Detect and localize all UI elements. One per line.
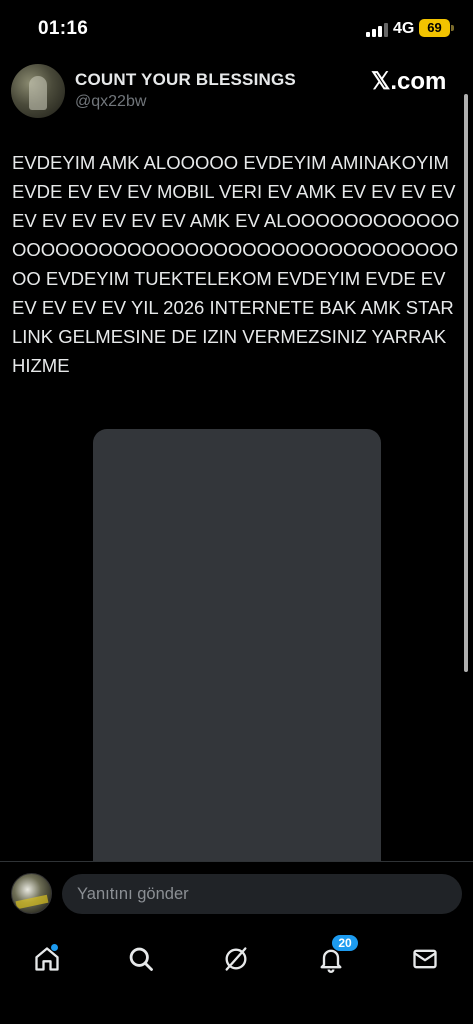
x-logo: 𝕏.com — [371, 68, 447, 95]
status-time: 01:16 — [38, 18, 89, 39]
home-notification-dot — [51, 944, 58, 951]
nav-messages-button[interactable] — [400, 934, 450, 984]
notifications-badge: 20 — [331, 934, 359, 952]
bottom-nav: 20 — [0, 924, 473, 1024]
post-header: COUNT YOUR BLESSINGS @qx22bw 𝕏.com — [0, 60, 473, 130]
reply-bar — [0, 861, 473, 924]
search-icon — [129, 947, 153, 971]
author-name[interactable]: COUNT YOUR BLESSINGS — [75, 70, 296, 90]
nav-grok-button[interactable] — [211, 934, 261, 984]
nav-search-button[interactable] — [116, 934, 166, 984]
mail-icon — [413, 949, 437, 969]
battery-tip — [451, 25, 454, 31]
nav-home-button[interactable] — [22, 934, 72, 984]
nav-notifications-button[interactable]: 20 — [306, 934, 359, 984]
user-avatar[interactable] — [11, 873, 52, 914]
grok-icon — [225, 947, 247, 971]
author-handle[interactable]: @qx22bw — [75, 93, 146, 111]
network-type: 4G — [393, 20, 415, 37]
post-media[interactable] — [93, 429, 381, 869]
author-avatar[interactable] — [11, 64, 65, 118]
reply-input[interactable] — [62, 874, 462, 914]
post-text: EVDEYIM AMK ALOOOOO EVDEYIM AMINAKOYIM E… — [12, 152, 460, 376]
status-bar: 01:16 4G 69 — [0, 0, 473, 60]
scrollbar[interactable] — [464, 94, 468, 672]
battery-icon: 69 — [419, 19, 450, 37]
signal-icon — [366, 23, 388, 37]
